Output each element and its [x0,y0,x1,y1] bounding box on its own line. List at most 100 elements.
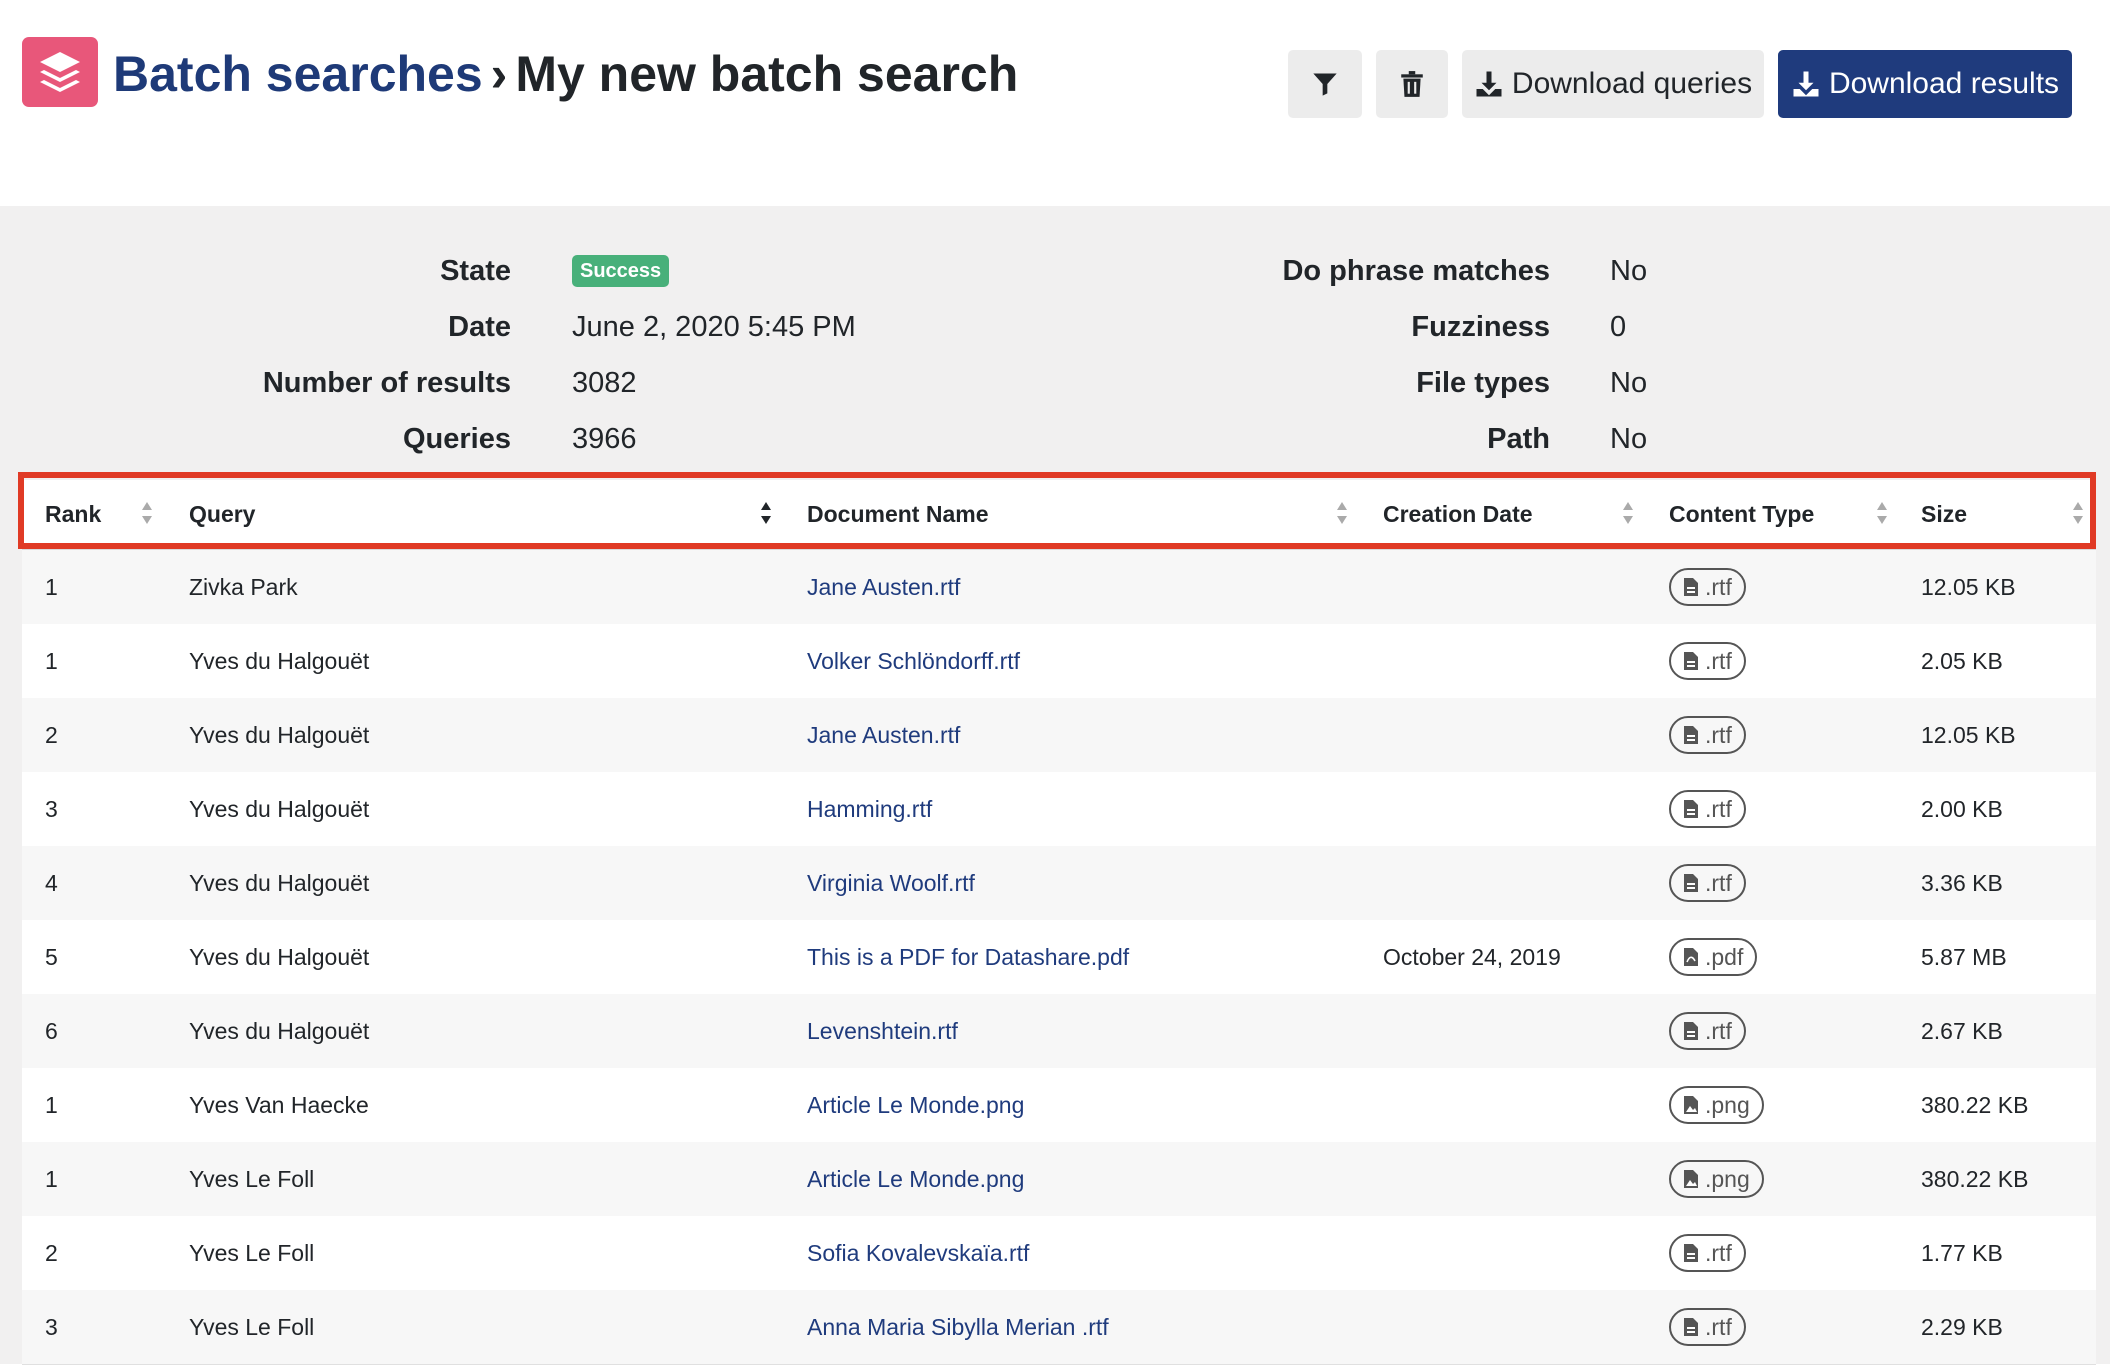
content-type-label: .rtf [1705,869,1732,896]
table-row[interactable]: 1 Yves Le Foll Article Le Monde.png .png 380… [22,1142,2096,1217]
file-icon [1684,1244,1698,1262]
document-link[interactable]: Article Le Monde.png [807,1166,1024,1193]
sort-icon[interactable] [1621,498,1635,528]
table-row[interactable]: 5 Yves du Halgouët This is a PDF for Datas… [22,920,2096,995]
app-logo[interactable] [22,37,98,107]
cell-rank: 1 [45,573,58,600]
column-header-document-name[interactable]: Document Name [807,480,988,548]
cell-size: 380.22 KB [1921,1165,2029,1192]
sort-icon[interactable] [1875,498,1889,528]
cell-rank: 1 [45,647,58,674]
delete-button[interactable] [1376,50,1448,118]
column-header-size[interactable]: Size [1921,480,1967,548]
content-type-badge: .rtf [1669,864,1746,902]
file-icon [1684,1022,1698,1040]
file-icon [1684,726,1698,744]
summary-label: File types [1416,366,1550,399]
cell-rank: 2 [45,1239,58,1266]
column-header-content-type[interactable]: Content Type [1669,480,1814,548]
content-type-badge: .png [1669,1086,1764,1124]
cell-rank: 3 [45,795,58,822]
column-header-creation-date[interactable]: Creation Date [1383,480,1533,548]
cell-query: Yves du Halgouët [189,795,370,822]
download-results-button[interactable]: Download results [1778,50,2072,118]
sort-icon[interactable] [1335,498,1349,528]
document-link[interactable]: This is a PDF for Datashare.pdf [807,944,1129,971]
table-row[interactable]: 2 Yves du Halgouët Jane Austen.rtf .rtf 12.0… [22,698,2096,773]
cell-size: 2.29 KB [1921,1313,2003,1340]
cell-document-name: Jane Austen.rtf [807,698,960,772]
download-icon [1793,71,1819,97]
document-link[interactable]: Jane Austen.rtf [807,722,960,749]
breadcrumb-separator: › [490,46,508,102]
sort-desc-icon[interactable] [759,498,773,528]
cell-query: Yves du Halgouët [189,647,370,674]
cell-rank: 5 [45,943,58,970]
cell-query: Yves du Halgouët [189,721,370,748]
cell-content-type: .png [1669,1068,1764,1142]
cell-rank: 4 [45,869,58,896]
cell-document-name: Anna Maria Sibylla Merian .rtf [807,1290,1109,1364]
content-type-label: .rtf [1705,1017,1732,1044]
document-link[interactable]: Jane Austen.rtf [807,574,960,601]
table-row[interactable]: 1 Yves du Halgouët Volker Schlöndorff.rtf.… [22,624,2096,699]
document-link[interactable]: Virginia Woolf.rtf [807,870,975,897]
column-header-rank[interactable]: Rank [45,480,101,548]
sort-icon[interactable] [140,498,154,528]
cell-size: 380.22 KB [1921,1091,2029,1118]
table-row[interactable]: 4 Yves du Halgouët Virginia Woolf.rtf .rtf 3… [22,846,2096,921]
table-row[interactable]: 2 Yves Le Foll Sofia Kovalevskaïa.rtf .rtf 1… [22,1216,2096,1291]
table-row[interactable]: 1 Zivka Park Jane Austen.rtf .rtf 12.05 KB [22,550,2096,625]
cell-document-name: Article Le Monde.png [807,1142,1024,1216]
cell-query: Yves du Halgouët [189,943,370,970]
cell-creation-date: October 24, 2019 [1383,943,1561,970]
content-type-label: .rtf [1705,647,1732,674]
content-type-label: .rtf [1705,795,1732,822]
document-link[interactable]: Levenshtein.rtf [807,1018,958,1045]
document-link[interactable]: Anna Maria Sibylla Merian .rtf [807,1314,1109,1341]
content-type-badge: .rtf [1669,1308,1746,1346]
document-link[interactable]: Sofia Kovalevskaïa.rtf [807,1240,1029,1267]
summary-value: 0 [1610,310,1627,343]
cell-document-name: Sofia Kovalevskaïa.rtf [807,1216,1029,1290]
cell-content-type: .rtf [1669,698,1746,772]
trash-icon [1401,71,1423,97]
content-type-label: .png [1705,1165,1750,1192]
file-icon [1684,800,1698,818]
table-row[interactable]: 1 Yves Van Haecke Article Le Monde.png .png… [22,1068,2096,1143]
cell-document-name: This is a PDF for Datashare.pdf [807,920,1129,994]
content-type-badge: .png [1669,1160,1764,1198]
document-link[interactable]: Volker Schlöndorff.rtf [807,648,1020,675]
content-type-badge: .rtf [1669,1234,1746,1272]
table-row[interactable]: 6 Yves du Halgouët Levenshtein.rtf .rtf 2.67… [22,994,2096,1069]
summary-label: Number of results [262,366,511,399]
download-icon [1476,71,1502,97]
layers-icon [40,52,80,92]
cell-size: 1.77 KB [1921,1239,2003,1266]
filter-button[interactable] [1288,50,1362,118]
table-row[interactable]: 3 Yves du Halgouët Hamming.rtf .rtf 2.00 KB [22,772,2096,847]
sort-icon[interactable] [2071,498,2085,528]
pdf-file-icon [1684,948,1698,966]
file-icon [1684,874,1698,892]
summary-label: Date [448,310,511,343]
cell-query: Yves Van Haecke [189,1091,369,1118]
content-type-badge: .rtf [1669,716,1746,754]
cell-rank: 2 [45,721,58,748]
content-type-label: .pdf [1705,943,1744,970]
results-table: Rank Query Document Name Creation Date C… [22,480,2096,1365]
breadcrumb-batch-searches[interactable]: Batch searches [113,46,483,102]
image-file-icon [1684,1096,1698,1114]
column-header-query[interactable]: Query [189,480,255,548]
cell-rank: 1 [45,1091,58,1118]
download-queries-button[interactable]: Download queries [1462,50,1764,118]
image-file-icon [1684,1170,1698,1188]
document-link[interactable]: Article Le Monde.png [807,1092,1024,1119]
cell-size: 2.05 KB [1921,647,2003,674]
cell-size: 2.67 KB [1921,1017,2003,1044]
table-row[interactable]: 3 Yves Le Foll Anna Maria Sibylla Merian .… [22,1290,2096,1365]
cell-content-type: .rtf [1669,772,1746,846]
table-header: Rank Query Document Name Creation Date C… [22,480,2096,550]
content-type-badge: .rtf [1669,568,1746,606]
document-link[interactable]: Hamming.rtf [807,796,932,823]
